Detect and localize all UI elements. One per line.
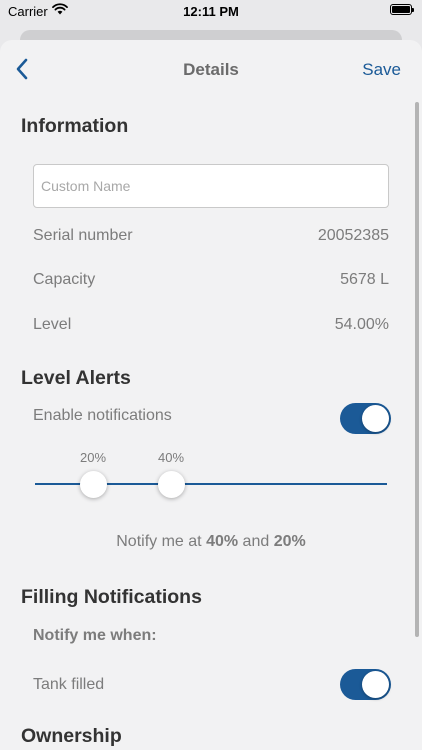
high-threshold-thumb[interactable]	[158, 471, 185, 498]
capacity-label: Capacity	[33, 271, 96, 288]
low-threshold-label: 20%	[79, 450, 107, 465]
details-sheet: Details Save Information Serial number 2…	[0, 40, 422, 750]
toggle-knob	[362, 671, 389, 698]
tank-filled-toggle[interactable]	[340, 669, 391, 700]
level-value: 54.00%	[334, 316, 389, 333]
level-label: Level	[33, 316, 72, 333]
status-time: 12:11 PM	[183, 4, 239, 19]
custom-name-input[interactable]	[33, 164, 389, 208]
capacity-value: 5678 L	[340, 271, 389, 288]
serial-number-label: Serial number	[33, 227, 133, 244]
summary-high: 40%	[206, 533, 239, 550]
low-threshold-thumb[interactable]	[80, 471, 107, 498]
section-title-information: Information	[21, 115, 129, 137]
save-button[interactable]: Save	[362, 60, 401, 80]
summary-prefix: Notify me at	[116, 533, 202, 550]
summary-and: and	[242, 533, 270, 550]
high-threshold-label: 40%	[157, 450, 185, 465]
toggle-knob	[362, 405, 389, 432]
tank-filled-label: Tank filled	[33, 676, 105, 693]
enable-notifications-label: Enable notifications	[33, 407, 172, 424]
section-title-filling: Filling Notifications	[21, 586, 202, 608]
notify-summary: Notify me at 40% and 20%	[0, 533, 422, 551]
summary-low: 20%	[273, 533, 306, 550]
section-title-level-alerts: Level Alerts	[21, 367, 131, 389]
notify-when-label: Notify me when:	[33, 627, 157, 644]
battery-icon	[390, 4, 414, 15]
scrollbar[interactable]	[415, 102, 419, 637]
enable-notifications-toggle[interactable]	[340, 403, 391, 434]
section-title-ownership: Ownership	[21, 725, 122, 747]
status-bar: Carrier 12:11 PM	[0, 0, 422, 26]
navigation-bar: Details Save	[0, 40, 422, 100]
page-title: Details	[183, 60, 239, 79]
serial-number-value: 20052385	[317, 227, 389, 244]
